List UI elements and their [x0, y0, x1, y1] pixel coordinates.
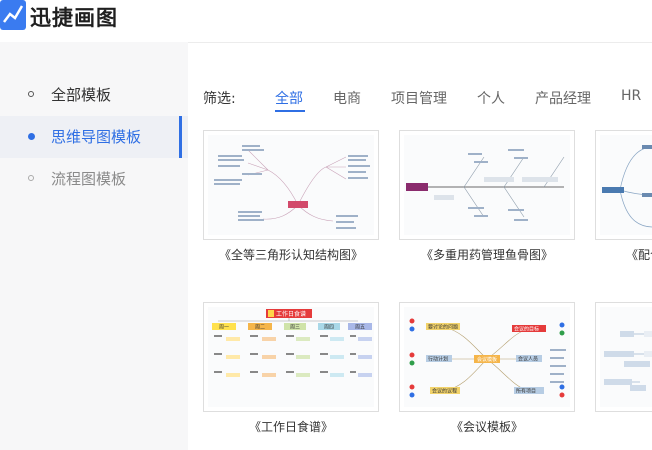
app-header: 迅捷画图 [0, 0, 652, 43]
template-card-partial-1[interactable] [595, 130, 652, 240]
template-card-food-menu[interactable]: 工作日食谱 周一 周二 周三 周四 周五 [203, 302, 379, 412]
meeting-node: 要讨论的问题 [428, 324, 458, 331]
day-label: 周一 [219, 325, 229, 331]
meeting-node: 所有项目 [516, 388, 536, 395]
template-card-partial-2[interactable] [595, 302, 652, 412]
tab-ecommerce[interactable]: 电商 [333, 88, 361, 108]
meeting-node: 会议人员 [518, 356, 538, 363]
template-card-meeting[interactable]: 会议模板 要讨论的问题 会议的目标 行动计划 会议人员 会议的议程 所有项目 [399, 302, 575, 412]
active-tab-underline [275, 110, 305, 112]
template-thumbnail: 会议模板 要讨论的问题 会议的目标 行动计划 会议人员 会议的议程 所有项目 [404, 307, 570, 407]
template-caption[interactable]: 《工作日食谱》 [203, 418, 379, 435]
sidebar-item-label: 流程图模板 [51, 170, 127, 188]
sidebar-item-label: 全部模板 [51, 86, 112, 104]
active-indicator [179, 116, 182, 158]
bullet-icon [28, 175, 34, 181]
template-caption[interactable]: 《会议模板》 [399, 418, 575, 435]
template-caption[interactable]: 《多重用药管理鱼骨图》 [399, 246, 575, 263]
day-label: 周二 [255, 325, 265, 331]
food-menu-title: 工作日食谱 [276, 310, 306, 318]
template-caption[interactable]: 《配合 [626, 246, 652, 263]
template-thumbnail [404, 135, 570, 235]
day-label: 周三 [290, 325, 300, 331]
app-brand-name: 迅捷画图 [30, 6, 118, 30]
bullet-icon [28, 91, 34, 97]
template-thumbnail [600, 307, 652, 407]
app-logo-icon [0, 0, 26, 30]
tab-all[interactable]: 全部 [275, 88, 303, 108]
template-thumbnail [600, 135, 652, 235]
template-thumbnail [208, 135, 374, 235]
template-caption[interactable]: 《全等三角形认知结构图》 [203, 246, 379, 263]
sidebar-item-mindmap-templates[interactable]: 思维导图模板 [0, 116, 188, 158]
sidebar-item-label: 思维导图模板 [51, 128, 142, 146]
meeting-node: 会议的目标 [514, 326, 539, 333]
meeting-node: 会议的议程 [432, 388, 457, 395]
tab-project-management[interactable]: 项目管理 [391, 88, 447, 108]
meeting-center-node: 会议模板 [477, 356, 497, 363]
sidebar-item-flowchart-templates[interactable]: 流程图模板 [0, 158, 188, 200]
tab-product-manager[interactable]: 产品经理 [535, 88, 591, 108]
template-card-fishbone[interactable] [399, 130, 575, 240]
day-label: 周五 [355, 325, 365, 331]
meeting-node: 行动计划 [428, 356, 448, 363]
sidebar: 全部模板 思维导图模板 流程图模板 [0, 42, 188, 450]
tab-personal[interactable]: 个人 [477, 88, 505, 108]
template-thumbnail: 工作日食谱 周一 周二 周三 周四 周五 [208, 307, 374, 407]
tab-hr[interactable]: HR [621, 88, 641, 104]
filter-bar: 筛选: 全部 电商 项目管理 个人 产品经理 HR [203, 84, 652, 114]
sidebar-item-all-templates[interactable]: 全部模板 [0, 74, 188, 116]
bullet-icon [28, 133, 35, 140]
day-label: 周四 [324, 325, 334, 331]
template-card-triangle[interactable] [203, 130, 379, 240]
filter-label: 筛选: [203, 91, 236, 107]
